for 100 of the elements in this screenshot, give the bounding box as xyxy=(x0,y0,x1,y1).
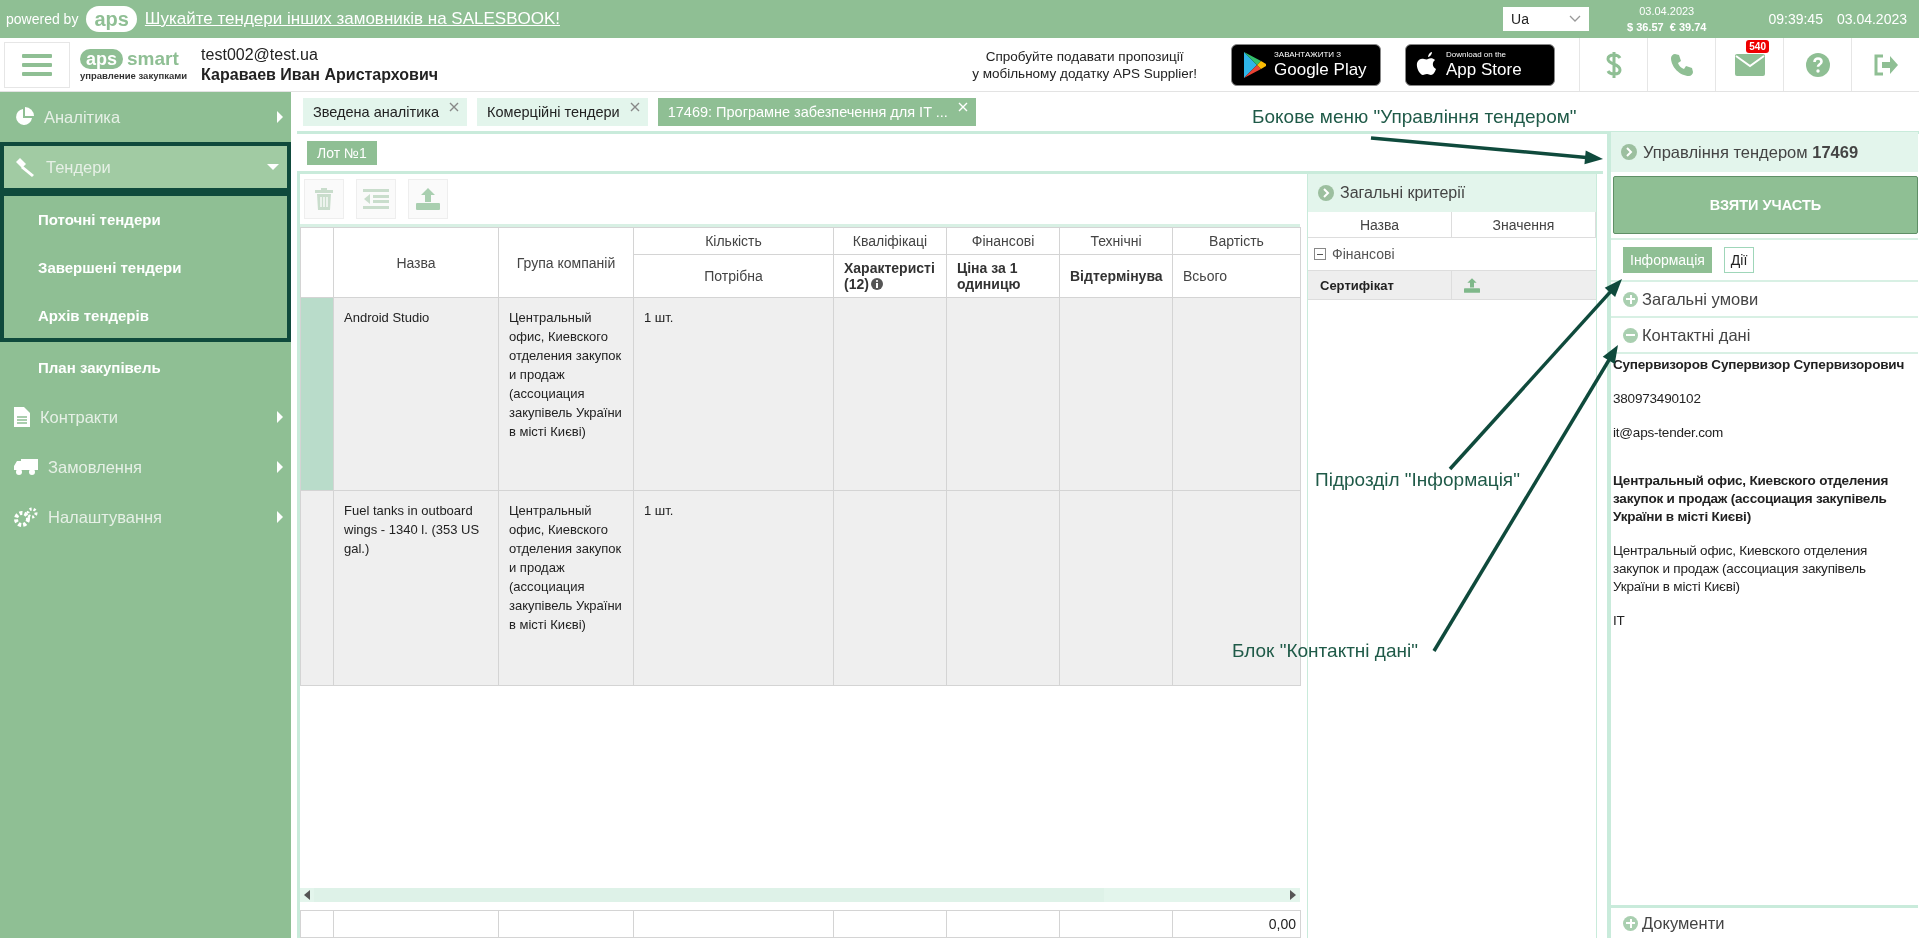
dollar-icon xyxy=(1604,50,1623,79)
document-icon xyxy=(14,407,30,427)
column-header: Відтермінува xyxy=(1059,254,1173,298)
section-header[interactable]: Контактні дані xyxy=(1611,318,1918,354)
logo-mark: aps xyxy=(80,49,124,69)
outdent-button[interactable] xyxy=(356,179,396,219)
menu-icon xyxy=(22,52,52,77)
section-header[interactable]: Документи xyxy=(1611,905,1918,938)
contact-text: Центральный офис, Киевского отделения закупок и продаж (ассоциация закупівель України в місті Києві) xyxy=(1613,542,1869,596)
envelope-icon xyxy=(1734,53,1765,76)
annotation-label: Підрозділ "Інформація" xyxy=(1315,469,1520,491)
powered-by-text: powered by xyxy=(6,11,79,27)
sidebar-subitem[interactable]: План закупівель xyxy=(0,342,291,392)
truck-icon xyxy=(14,458,38,476)
current-date: 03.04.2023 xyxy=(1836,11,1907,27)
table-cell: Центральный офис, Киевского отделения закупок и продаж (ассоциация закупівель України в місті Києві) xyxy=(498,490,634,686)
lot-button[interactable]: Лот №1 xyxy=(307,140,377,165)
table-cell: 1 шт. xyxy=(633,297,834,491)
sidebar-item[interactable]: Налаштування xyxy=(0,492,291,542)
delete-button[interactable] xyxy=(304,179,344,219)
subtab[interactable]: Інформація xyxy=(1623,247,1712,273)
language-select[interactable]: Ua xyxy=(1503,7,1589,31)
play-triangle-icon xyxy=(1242,50,1268,79)
contact-text: it@aps-tender.com xyxy=(1613,424,1725,442)
sidebar-subitem[interactable]: Архів тендерів xyxy=(0,292,291,342)
menu-button[interactable] xyxy=(4,41,70,88)
table-cell: Fuel tanks in outboard wings - 1340 l. (353 US gal.) xyxy=(333,490,499,686)
unread-badge: 540 xyxy=(1746,40,1769,53)
logout-icon xyxy=(1872,52,1899,77)
tab[interactable]: Зведена аналітика xyxy=(303,97,467,126)
sidebar-item[interactable]: Аналітика xyxy=(0,92,291,142)
horizontal-scrollbar[interactable] xyxy=(300,888,1300,902)
store-badge-link[interactable]: ЗАВАНТАЖИТИ З Google Play xyxy=(1231,43,1381,86)
caret-icon xyxy=(277,511,283,523)
trash-icon xyxy=(315,188,333,210)
annotation-label: Блок "Контактні дані" xyxy=(1232,640,1418,662)
total-cell: 0,00 xyxy=(1172,910,1301,938)
upload-icon xyxy=(416,188,440,210)
row-selector[interactable] xyxy=(300,490,334,686)
participate-button[interactable]: ВЗЯТИ УЧАСТЬ xyxy=(1613,176,1918,234)
table-cell: 1 шт. xyxy=(633,490,834,686)
column-group-header: Кількість xyxy=(633,227,834,255)
column-group-header: Технічні xyxy=(1059,227,1173,255)
chevron-circle-icon xyxy=(1318,185,1334,201)
panel-title: Управління тендером 17469 xyxy=(1643,142,1859,162)
chevron-circle-icon xyxy=(1621,144,1637,160)
column-header: Характеристі (12) xyxy=(833,254,947,298)
caret-icon xyxy=(277,411,283,423)
sidebar-subitem[interactable]: Завершені тендери xyxy=(0,242,291,292)
collapse-toggle-icon[interactable] xyxy=(1314,248,1326,260)
caret-icon xyxy=(267,164,279,170)
user-email: test002@test.ua xyxy=(201,44,319,65)
outdent-icon xyxy=(363,189,389,209)
store-badge-link[interactable]: Download on the App Store xyxy=(1405,43,1555,86)
column-group-header: Кваліфікаці xyxy=(833,227,947,255)
close-icon[interactable] xyxy=(629,101,640,112)
caret-icon xyxy=(277,111,283,123)
criterion-name: Сертифікат xyxy=(1308,271,1452,299)
contact-text: 380973490102 xyxy=(1613,390,1702,408)
logo-word: smart xyxy=(127,48,179,70)
annotation-label: Бокове меню "Управління тендером" xyxy=(1252,106,1577,128)
tab[interactable]: Комерційні тендери xyxy=(476,97,648,126)
logo-subtitle: управление закупками xyxy=(80,70,188,81)
gears-icon xyxy=(14,507,38,527)
aps-logo: aps xyxy=(86,6,137,32)
column-group-header: Вартість xyxy=(1172,227,1301,255)
sidebar-item[interactable]: Контракти xyxy=(0,392,291,442)
column-header: Група компаній xyxy=(498,227,634,298)
clock-time: 09:39:45 xyxy=(1768,11,1823,27)
app-promo-line: Спробуйте подавати пропозиції xyxy=(985,47,1184,65)
column-header: Назва xyxy=(1308,212,1452,237)
tab[interactable]: 17469: Програмне забезпечення для IT ... xyxy=(657,97,976,126)
table-cell: Центральный офис, Киевского отделения закупок и продаж (ассоциация закупівель України в місті Києві) xyxy=(498,297,634,491)
usd-rate: $ 36.57 xyxy=(1627,20,1664,35)
column-header: Ціна за 1 одиницю xyxy=(946,254,1060,298)
column-header: Потрібна xyxy=(633,254,834,298)
upload-button[interactable] xyxy=(408,179,448,219)
sidebar-item[interactable]: Тендери xyxy=(0,142,291,192)
info-icon xyxy=(870,278,883,290)
gavel-icon xyxy=(14,157,36,177)
subtab[interactable]: Дії xyxy=(1723,247,1755,273)
salesbook-link[interactable]: Шукайте тендери інших замовників на SALESBOOK! xyxy=(144,9,560,29)
sidebar-subitem[interactable]: Поточні тендери xyxy=(0,192,291,242)
pie-chart-icon xyxy=(14,107,34,127)
sidebar-item[interactable]: Замовлення xyxy=(0,442,291,492)
eur-rate: € 39.74 xyxy=(1669,20,1707,35)
contact-text: Центральный офис, Киевского отделения закупок и продаж (ассоциация закупівель України в місті Києві) xyxy=(1613,472,1890,526)
app-promo-line: у мобільному додатку APS Supplier! xyxy=(972,64,1197,82)
user-name: Караваев Иван Аристархович xyxy=(201,64,439,85)
column-header: Назва xyxy=(333,227,499,298)
close-icon[interactable] xyxy=(448,101,459,112)
contact-text: Супервизоров Супервизор Супервизорович xyxy=(1613,356,1906,374)
help-icon xyxy=(1805,52,1830,77)
caret-icon xyxy=(277,461,283,473)
column-header: Всього xyxy=(1172,254,1301,298)
column-header: Значення xyxy=(1452,212,1596,237)
panel-title: Загальні критерії xyxy=(1340,184,1466,202)
group-label: Фінансові xyxy=(1332,246,1395,262)
rates-date: 03.04.2023 xyxy=(1639,4,1695,19)
upload-icon[interactable] xyxy=(1464,277,1480,293)
